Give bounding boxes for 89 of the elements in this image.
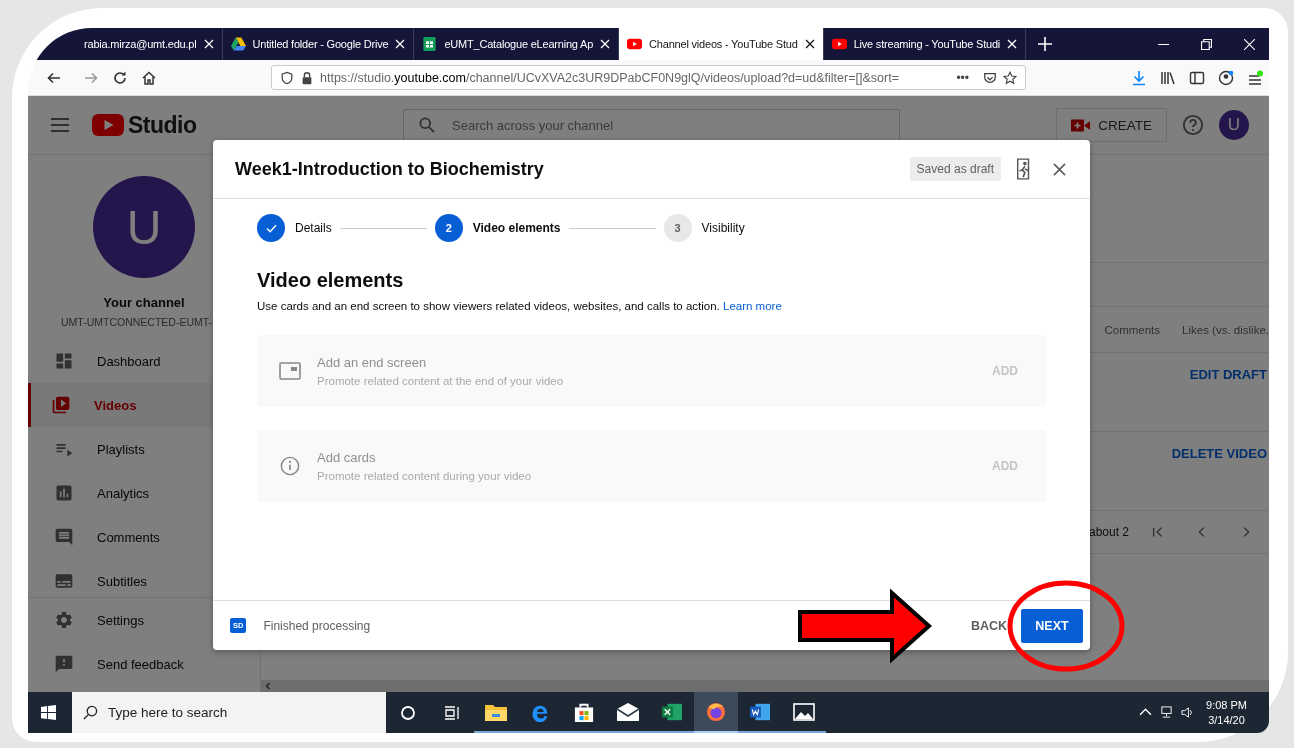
column-header[interactable]: Comments: [1104, 323, 1161, 336]
search-icon: [83, 705, 98, 720]
address-bar[interactable]: https://studio.youtube.com/channel/UCvXVA2c3UR9DPabCF0N9glQ/videos/upload?d=ud&filter=[]&sort= •••: [271, 65, 1026, 90]
page-count: about 2: [1088, 525, 1129, 539]
shield-icon: [280, 70, 294, 85]
task-view-icon[interactable]: [444, 704, 460, 721]
step[interactable]: 3 Visibility: [663, 214, 745, 242]
step[interactable]: Details: [257, 214, 332, 242]
section-heading: Video elements: [257, 269, 405, 292]
search-field[interactable]: Search across your channel: [403, 109, 900, 141]
row-action-link[interactable]: EDIT DRAFT: [1189, 367, 1269, 382]
browser-tab[interactable]: Channel videos - YouTube Stud: [619, 28, 824, 60]
learn-more-link[interactable]: Learn more: [723, 300, 782, 312]
nav-item[interactable]: Playlists: [28, 427, 260, 471]
step[interactable]: 2 Video elements: [434, 214, 561, 242]
lock-icon: [300, 70, 314, 85]
channel-avatar[interactable]: U: [93, 176, 195, 278]
column-header[interactable]: Likes (vs. dislike.: [1182, 323, 1269, 336]
library-icon[interactable]: [1159, 69, 1176, 86]
menu-icon[interactable]: [51, 118, 69, 132]
spreadsheet-app-icon: [661, 701, 683, 722]
windows-start-icon[interactable]: [41, 705, 56, 720]
document-app-icon: [749, 701, 771, 722]
photo-icon: [793, 701, 815, 722]
search-icon: [419, 117, 435, 133]
help-icon[interactable]: [1182, 114, 1204, 136]
create-button[interactable]: CREATE: [1056, 108, 1167, 142]
shopping-bag-icon: [573, 701, 595, 722]
url-text: https://studio.youtube.com/channel/UCvXVA2c3UR9DPabCF0N9glQ/videos/upload?d=ud&filter=[]&sort=: [320, 70, 900, 85]
pocket-icon[interactable]: [983, 70, 997, 85]
card-description: Promote related content during your video: [317, 470, 533, 482]
reload-icon[interactable]: [111, 69, 128, 86]
info-icon: [279, 456, 301, 476]
nav-item[interactable]: Comments: [28, 515, 260, 559]
channel-name: UMT-UMTCONNECTED-EUMT-: [61, 316, 213, 328]
volume-icon[interactable]: [1181, 706, 1195, 719]
section-description: Use cards and an end screen to show viewers related videos, websites, and calls to action. Learn more: [257, 300, 783, 312]
processing-status: Finished processing: [263, 618, 371, 633]
star-icon[interactable]: [1003, 70, 1017, 85]
nav-item[interactable]: Analytics: [28, 471, 260, 515]
row-action-link[interactable]: DELETE VIDEO: [1171, 446, 1269, 461]
clock[interactable]: 9:08 PM 3/14/20: [1206, 697, 1247, 728]
triangle-logo-icon: [230, 37, 246, 51]
bar-chart-icon: [54, 483, 74, 503]
studio-logo[interactable]: Studio: [92, 111, 197, 139]
network-icon[interactable]: [1160, 706, 1174, 719]
play-logo-icon: [831, 37, 847, 51]
settings-icon: [54, 610, 74, 630]
first-page-icon[interactable]: [1151, 525, 1165, 539]
plus-icon[interactable]: [1038, 37, 1053, 51]
play-logo-icon: [627, 37, 643, 51]
spreadsheet-icon: [422, 37, 438, 51]
step-marker: 2: [434, 214, 463, 242]
dashboard-icon: [54, 351, 74, 371]
download-icon[interactable]: [1130, 69, 1147, 86]
step-marker: 3: [663, 214, 692, 242]
nav-item[interactable]: Subtitles: [28, 559, 260, 597]
back-button[interactable]: BACK: [962, 618, 1015, 633]
subtitles-icon: [54, 571, 74, 591]
feedback-icon: [54, 654, 74, 674]
menu-icon[interactable]: [1246, 69, 1263, 86]
fox-globe-icon: [705, 701, 727, 722]
play-logo-icon: [92, 114, 124, 136]
draft-status-chip: Saved as draft: [909, 157, 1001, 181]
check-icon: [265, 223, 277, 233]
channel-label: Your channel: [103, 295, 185, 310]
sidebar-icon[interactable]: [1188, 69, 1205, 86]
restore-icon[interactable]: [1201, 38, 1212, 50]
home-icon[interactable]: [140, 69, 157, 86]
page-actions-menu[interactable]: •••: [956, 70, 969, 85]
account-avatar[interactable]: U: [1219, 110, 1249, 140]
scrollbar[interactable]: [261, 680, 1269, 692]
nav-item[interactable]: Dashboard: [28, 339, 260, 383]
card-title: Add cards: [317, 450, 377, 465]
comment-icon: [54, 527, 74, 547]
card-description: Promote related content at the end of your video: [317, 375, 565, 387]
video-library-icon: [51, 395, 71, 415]
card-title: Add an end screen: [317, 355, 428, 370]
cortana-icon[interactable]: [400, 704, 416, 721]
account-icon[interactable]: [1217, 69, 1234, 86]
end-screen-icon: [279, 361, 301, 381]
taskbar-search-field[interactable]: Type here to search: [72, 692, 386, 733]
envelope-icon: [617, 701, 639, 722]
video-camera-icon: [1071, 118, 1091, 132]
dialog-title: Week1-Introduction to Biochemistry: [235, 158, 545, 180]
close-icon[interactable]: [804, 39, 815, 49]
close-icon[interactable]: [1053, 162, 1066, 176]
nav-item[interactable]: Send feedback: [28, 642, 260, 686]
next-button[interactable]: NEXT: [1021, 608, 1083, 643]
